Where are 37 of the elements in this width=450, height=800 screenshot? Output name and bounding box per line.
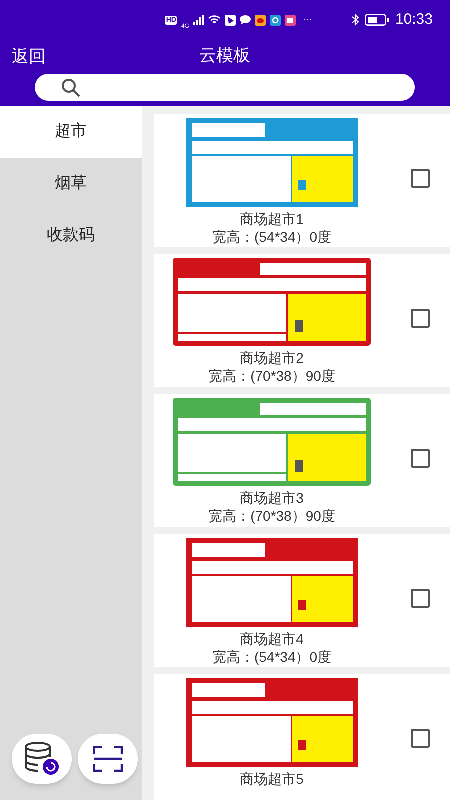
app-notification-icon	[255, 14, 266, 26]
template-name: 商场超市5	[240, 770, 304, 788]
chat-bubble-icon	[240, 15, 252, 25]
search-icon	[61, 78, 81, 98]
signal-icon	[193, 15, 204, 25]
search-field[interactable]	[35, 74, 415, 101]
database-sync-icon	[24, 742, 60, 776]
app-notification-icon	[225, 14, 236, 26]
template-name: 商场超市2	[240, 349, 304, 367]
checkbox[interactable]	[411, 729, 430, 748]
template-name: 商场超市4	[240, 630, 304, 648]
checkbox[interactable]	[411, 449, 430, 468]
category-tab[interactable]: 超市	[0, 106, 142, 158]
template-size: 宽高：(70*38）90度	[208, 367, 336, 385]
template-card[interactable]: 商场超市5	[154, 674, 450, 800]
checkbox[interactable]	[411, 309, 430, 328]
template-card[interactable]: 商场超市1 宽高：(54*34）0度	[154, 114, 450, 247]
clock: 10:33	[395, 10, 433, 30]
bluetooth-icon	[352, 14, 360, 26]
template-size: 宽高：(54*34）0度	[212, 228, 332, 246]
back-button[interactable]: 返回	[12, 44, 46, 70]
wifi-icon	[208, 15, 222, 25]
template-card[interactable]: 商场超市3 宽高：(70*38）90度	[154, 394, 450, 527]
template-name: 商场超市1	[240, 210, 304, 228]
checkbox[interactable]	[411, 169, 430, 188]
template-card[interactable]: 商场超市2 宽高：(70*38）90度	[154, 254, 450, 387]
template-size: 宽高：(54*34）0度	[212, 648, 332, 666]
template-size: 宽高：(70*38）90度	[208, 507, 336, 525]
checkbox[interactable]	[411, 589, 430, 608]
template-card[interactable]: 商场超市4 宽高：(54*34）0度	[154, 534, 450, 667]
scan-icon	[93, 746, 123, 772]
app-notification-icon	[270, 14, 282, 26]
battery-icon	[365, 14, 390, 26]
page-title: 云模板	[200, 45, 250, 68]
template-name: 商场超市3	[240, 489, 304, 507]
app-notification-icon	[285, 14, 296, 26]
more-notifications: ···	[303, 13, 312, 26]
